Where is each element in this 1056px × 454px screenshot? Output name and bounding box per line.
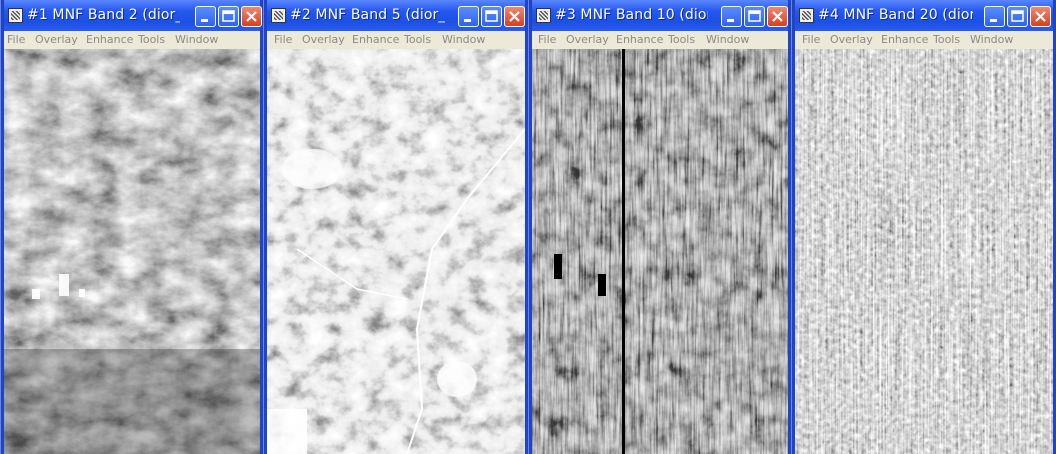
minimize-icon xyxy=(464,19,471,22)
maximize-icon xyxy=(485,10,498,22)
menu-tools[interactable]: Tools xyxy=(668,33,695,46)
menu-enhance[interactable]: Enhance xyxy=(352,33,399,46)
minimize-button[interactable] xyxy=(984,6,1005,27)
menu-file[interactable]: File xyxy=(274,33,292,46)
minimize-icon xyxy=(990,19,997,22)
menu-file[interactable]: File xyxy=(538,33,556,46)
maximize-button[interactable] xyxy=(481,6,502,27)
display-window-2[interactable]: #2 MNF Band 5 (dior_t... File Overlay En… xyxy=(264,0,528,454)
menu-window[interactable]: Window xyxy=(706,33,749,46)
menu-bar: File Overlay Enhance Tools Window xyxy=(532,31,788,49)
maximize-button[interactable] xyxy=(1007,6,1028,27)
menu-enhance[interactable]: Enhance xyxy=(881,33,928,46)
image-display[interactable] xyxy=(4,49,260,454)
display-window-4[interactable]: #4 MNF Band 20 (dior_... File Overlay En… xyxy=(792,0,1056,454)
maximize-icon xyxy=(222,10,235,22)
display-window-3[interactable]: #3 MNF Band 10 (dior_... File Overlay En… xyxy=(529,0,791,454)
menu-window[interactable]: Window xyxy=(970,33,1013,46)
title-bar[interactable]: #4 MNF Band 20 (dior_... xyxy=(795,0,1053,31)
menu-enhance[interactable]: Enhance xyxy=(616,33,663,46)
title-bar[interactable]: #1 MNF Band 2 (dior_t... xyxy=(4,0,262,31)
image-display[interactable] xyxy=(532,49,788,454)
maximize-button[interactable] xyxy=(744,6,765,27)
minimize-icon xyxy=(201,19,208,22)
menu-file[interactable]: File xyxy=(7,33,25,46)
envi-display-icon[interactable] xyxy=(8,8,23,23)
menu-tools[interactable]: Tools xyxy=(138,33,165,46)
menu-bar: File Overlay Enhance Tools Window xyxy=(267,31,525,49)
window-title: #2 MNF Band 5 (dior_t... xyxy=(290,7,445,23)
mnf-band-5-image xyxy=(267,49,525,454)
maximize-icon xyxy=(1011,10,1024,22)
mnf-band-20-image xyxy=(795,49,1053,454)
menu-overlay[interactable]: Overlay xyxy=(566,33,609,46)
menu-bar: File Overlay Enhance Tools Window xyxy=(4,31,260,49)
menu-tools[interactable]: Tools xyxy=(933,33,960,46)
menu-window[interactable]: Window xyxy=(442,33,485,46)
menu-window[interactable]: Window xyxy=(175,33,218,46)
mnf-band-10-image xyxy=(532,49,788,454)
minimize-button[interactable] xyxy=(721,6,742,27)
menu-enhance[interactable]: Enhance xyxy=(86,33,133,46)
menu-overlay[interactable]: Overlay xyxy=(302,33,345,46)
title-bar[interactable]: #3 MNF Band 10 (dior_... xyxy=(532,0,788,31)
minimize-button[interactable] xyxy=(458,6,479,27)
menu-tools[interactable]: Tools xyxy=(404,33,431,46)
envi-display-icon[interactable] xyxy=(271,8,286,23)
display-window-1[interactable]: #1 MNF Band 2 (dior_t... File Overlay En… xyxy=(1,0,263,454)
menu-overlay[interactable]: Overlay xyxy=(830,33,873,46)
maximize-button[interactable] xyxy=(218,6,239,27)
close-icon xyxy=(1035,11,1046,22)
window-title: #1 MNF Band 2 (dior_t... xyxy=(27,7,180,23)
close-button[interactable] xyxy=(241,6,262,27)
close-icon xyxy=(246,11,257,22)
window-title: #4 MNF Band 20 (dior_... xyxy=(818,7,973,23)
mnf-band-2-image xyxy=(4,49,260,454)
close-icon xyxy=(509,11,520,22)
image-display[interactable] xyxy=(267,49,525,454)
close-button[interactable] xyxy=(767,6,788,27)
envi-display-icon[interactable] xyxy=(799,8,814,23)
image-display[interactable] xyxy=(795,49,1053,454)
minimize-button[interactable] xyxy=(195,6,216,27)
menu-overlay[interactable]: Overlay xyxy=(35,33,78,46)
title-bar[interactable]: #2 MNF Band 5 (dior_t... xyxy=(267,0,525,31)
envi-display-icon[interactable] xyxy=(536,8,551,23)
menu-bar: File Overlay Enhance Tools Window xyxy=(795,31,1053,49)
minimize-icon xyxy=(727,19,734,22)
maximize-icon xyxy=(748,10,761,22)
close-icon xyxy=(772,11,783,22)
close-button[interactable] xyxy=(1030,6,1051,27)
window-title: #3 MNF Band 10 (dior_... xyxy=(555,7,708,23)
close-button[interactable] xyxy=(504,6,525,27)
menu-file[interactable]: File xyxy=(802,33,820,46)
